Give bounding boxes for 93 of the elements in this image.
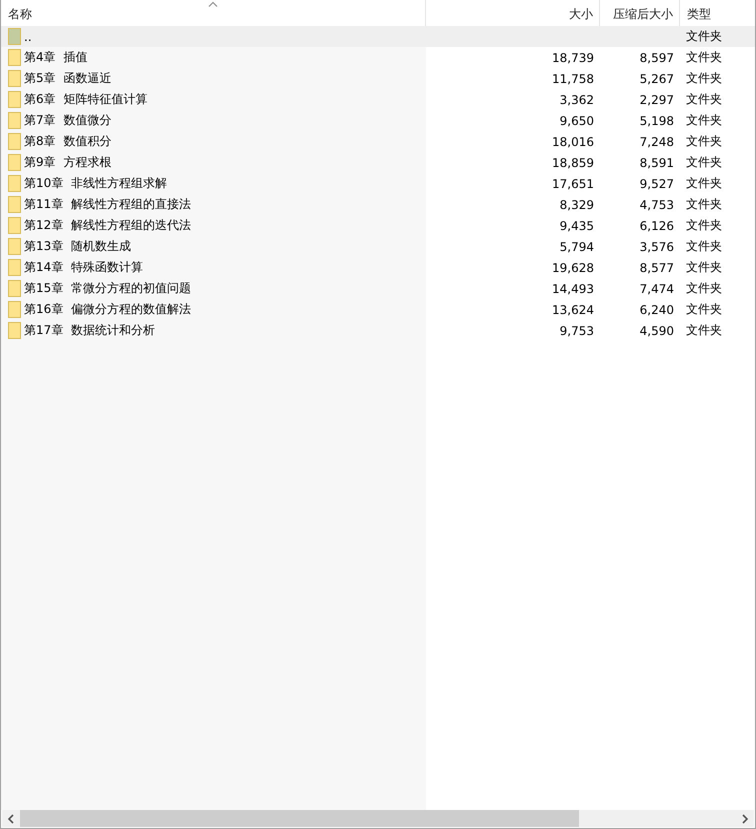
folder-icon	[8, 112, 21, 129]
file-name: 第7章 数值微分	[24, 112, 112, 129]
folder-icon	[8, 28, 21, 45]
folder-icon	[8, 196, 21, 213]
file-row[interactable]: 第7章 数值微分 9,650 5,198 文件夹	[1, 110, 755, 131]
file-size: 13,624	[552, 302, 594, 316]
file-name: 第15章 常微分方程的初值问题	[24, 280, 191, 297]
compressed-size: 6,126	[640, 218, 674, 232]
file-type: 文件夹	[686, 91, 722, 108]
folder-icon	[8, 175, 21, 192]
file-type: 文件夹	[686, 49, 722, 66]
file-name: 第6章 矩阵特征值计算	[24, 91, 148, 108]
file-size: 18,859	[552, 156, 594, 170]
file-row[interactable]: 第10章 非线性方程组求解 17,651 9,527 文件夹	[1, 173, 755, 194]
file-size: 9,753	[560, 324, 594, 338]
file-row[interactable]: 第6章 矩阵特征值计算 3,362 2,297 文件夹	[1, 89, 755, 110]
file-row[interactable]: 第17章 数据统计和分析 9,753 4,590 文件夹	[1, 320, 755, 341]
file-row[interactable]: 第8章 数值积分 18,016 7,248 文件夹	[1, 131, 755, 152]
folder-icon	[8, 154, 21, 171]
compressed-size: 6,240	[640, 302, 674, 316]
file-row[interactable]: 第14章 特殊函数计算 19,628 8,577 文件夹	[1, 257, 755, 278]
file-type: 文件夹	[686, 280, 722, 297]
folder-icon	[8, 91, 21, 108]
file-size: 18,739	[552, 50, 594, 64]
file-type: 文件夹	[686, 238, 722, 255]
file-name: 第13章 随机数生成	[24, 238, 131, 255]
file-name: 第14章 特殊函数计算	[24, 259, 143, 276]
file-row[interactable]: 第13章 随机数生成 5,794 3,576 文件夹	[1, 236, 755, 257]
compressed-size: 3,576	[640, 240, 674, 254]
file-type: 文件夹	[686, 322, 722, 339]
compressed-size: 9,527	[640, 176, 674, 190]
file-type: 文件夹	[686, 217, 722, 234]
file-size: 3,362	[560, 92, 594, 106]
file-name: 第12章 解线性方程组的迭代法	[24, 217, 191, 234]
folder-icon	[8, 259, 21, 276]
scroll-right-icon[interactable]	[741, 814, 749, 824]
folder-icon	[8, 70, 21, 87]
file-type: 文件夹	[686, 70, 722, 87]
file-name: 第9章 方程求根	[24, 154, 112, 171]
file-size: 17,651	[552, 176, 594, 190]
folder-icon	[8, 301, 21, 318]
compressed-size: 4,590	[640, 324, 674, 338]
compressed-size: 4,753	[640, 198, 674, 212]
file-type: 文件夹	[686, 133, 722, 150]
compressed-size: 5,198	[640, 114, 674, 128]
file-row[interactable]: 第12章 解线性方程组的迭代法 9,435 6,126 文件夹	[1, 215, 755, 236]
folder-icon	[8, 133, 21, 150]
file-name: ..	[24, 30, 32, 44]
file-size: 19,628	[552, 260, 594, 274]
file-row[interactable]: .. 文件夹	[1, 26, 755, 47]
file-row[interactable]: 第4章 插值 18,739 8,597 文件夹	[1, 47, 755, 68]
compressed-size: 5,267	[640, 72, 674, 86]
folder-icon	[8, 49, 21, 66]
file-name: 第10章 非线性方程组求解	[24, 175, 167, 192]
file-type: 文件夹	[686, 112, 722, 129]
folder-icon	[8, 217, 21, 234]
compressed-size: 8,597	[640, 50, 674, 64]
file-name: 第11章 解线性方程组的直接法	[24, 196, 191, 213]
folder-icon	[8, 322, 21, 339]
file-type: 文件夹	[686, 196, 722, 213]
file-name: 第8章 数值积分	[24, 133, 112, 150]
file-name: 第17章 数据统计和分析	[24, 322, 155, 339]
file-row[interactable]: 第9章 方程求根 18,859 8,591 文件夹	[1, 152, 755, 173]
file-size: 8,329	[560, 198, 594, 212]
scroll-left-icon[interactable]	[7, 814, 15, 824]
file-row[interactable]: 第5章 函数逼近 11,758 5,267 文件夹	[1, 68, 755, 89]
horizontal-scrollbar[interactable]	[2, 810, 754, 827]
folder-icon	[8, 280, 21, 297]
column-header[interactable]: 类型	[680, 0, 755, 26]
compressed-size: 2,297	[640, 92, 674, 106]
scrollbar-thumb[interactable]	[20, 810, 579, 827]
file-type: 文件夹	[686, 154, 722, 171]
file-size: 18,016	[552, 134, 594, 148]
file-size: 11,758	[552, 72, 594, 86]
file-size: 14,493	[552, 282, 594, 296]
file-row[interactable]: 第11章 解线性方程组的直接法 8,329 4,753 文件夹	[1, 194, 755, 215]
file-size: 9,435	[560, 218, 594, 232]
compressed-size: 8,577	[640, 260, 674, 274]
file-type: 文件夹	[686, 175, 722, 192]
file-name: 第5章 函数逼近	[24, 70, 112, 87]
file-name: 第16章 偏微分方程的数值解法	[24, 301, 191, 318]
file-type: 文件夹	[686, 28, 722, 45]
compressed-size: 8,591	[640, 156, 674, 170]
compressed-size: 7,248	[640, 134, 674, 148]
file-type: 文件夹	[686, 301, 722, 318]
file-row[interactable]: 第16章 偏微分方程的数值解法 13,624 6,240 文件夹	[1, 299, 755, 320]
compressed-size: 7,474	[640, 282, 674, 296]
file-size: 9,650	[560, 114, 594, 128]
folder-icon	[8, 238, 21, 255]
file-row[interactable]: 第15章 常微分方程的初值问题 14,493 7,474 文件夹	[1, 278, 755, 299]
file-size: 5,794	[560, 240, 594, 254]
file-name: 第4章 插值	[24, 49, 88, 66]
file-type: 文件夹	[686, 259, 722, 276]
